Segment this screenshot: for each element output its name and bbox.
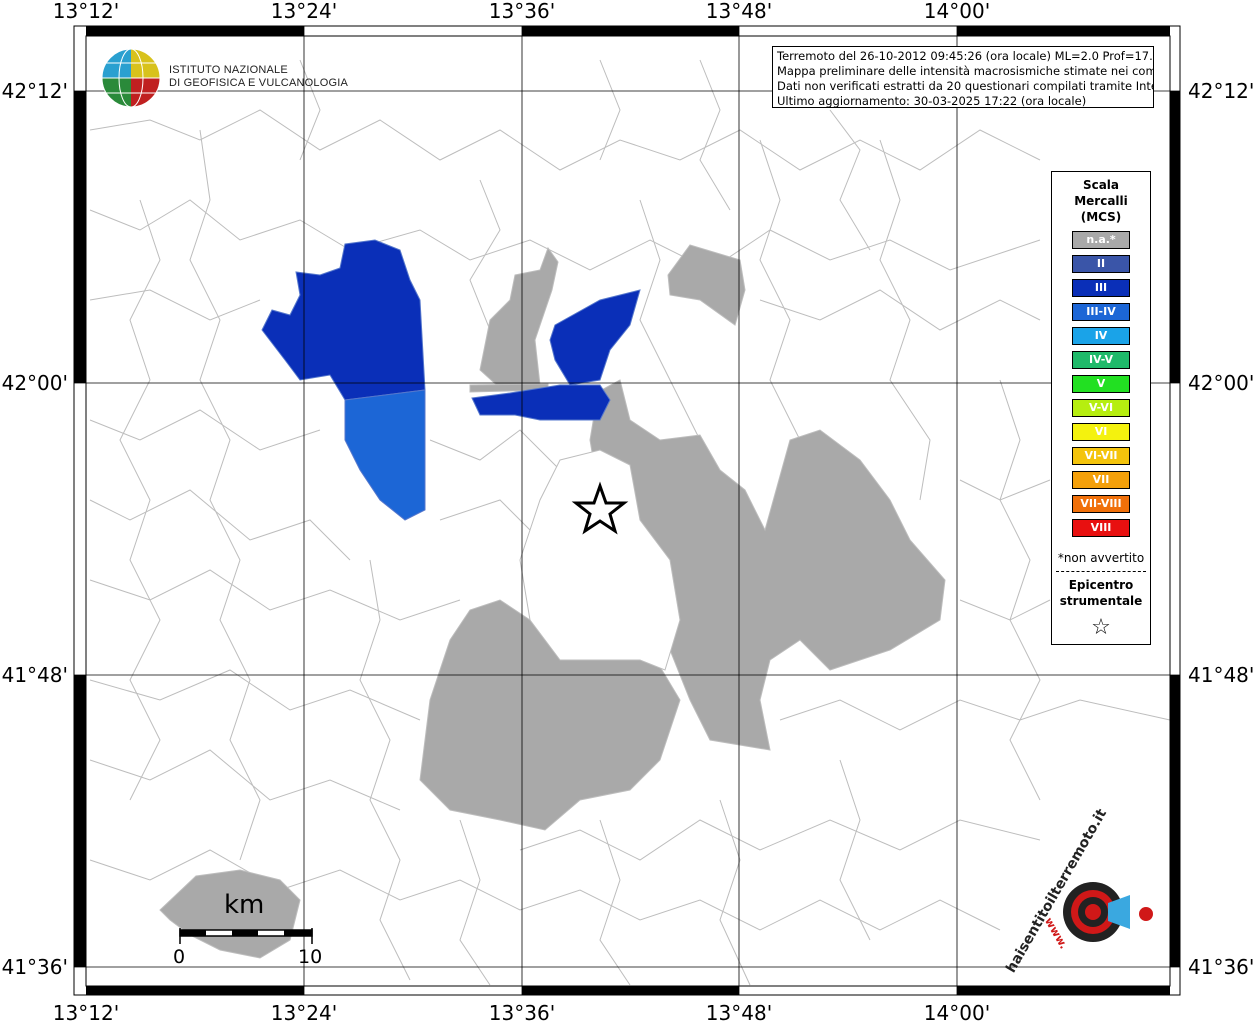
lat-ticks-right: 42°12' 42°00' 41°48' 41°36' — [1188, 79, 1254, 979]
lat-tick: 41°36' — [2, 955, 68, 979]
legend-item: VI — [1072, 423, 1130, 441]
lon-ticks-bottom: 13°12' 13°24' 13°36' 13°48' 14°00' — [53, 1001, 990, 1024]
legend-item: VIII — [1072, 519, 1130, 537]
lat-tick: 42°00' — [2, 371, 68, 395]
mcs-legend: Scala Mercalli (MCS) n.a.* II III III-IV IV I… — [1051, 171, 1151, 645]
lat-tick: 42°00' — [1188, 371, 1254, 395]
lon-tick: 13°24' — [271, 1001, 337, 1024]
legend-item: VI-VII — [1072, 447, 1130, 465]
lon-tick: 13°36' — [489, 0, 555, 23]
lon-tick: 13°12' — [53, 0, 119, 23]
legend-epicenter-line1: Epicentro — [1068, 578, 1134, 592]
legend-title-line3: (MCS) — [1080, 210, 1122, 224]
legend-item: III — [1072, 279, 1130, 297]
legend-epicenter-label: Epicentro strumentale — [1052, 577, 1150, 609]
legend-item: V-VI — [1072, 399, 1130, 417]
lon-tick: 14°00' — [924, 1001, 990, 1024]
legend-star-icon: ☆ — [1091, 615, 1111, 640]
info-line4: Ultimo aggiornamento: 30-03-2025 17:22 (… — [777, 94, 1087, 108]
scale-max-label: 10 — [298, 946, 323, 968]
lon-ticks-top: 13°12' 13°24' 13°36' 13°48' 14°00' — [53, 0, 990, 23]
info-line2: Mappa preliminare delle intensità macros… — [777, 64, 1154, 78]
legend-item: VII — [1072, 471, 1130, 489]
lat-tick: 41°48' — [1188, 663, 1254, 687]
lon-tick: 13°48' — [706, 0, 772, 23]
legend-item: n.a.* — [1072, 231, 1130, 249]
lon-tick: 13°24' — [271, 0, 337, 23]
lat-tick: 42°12' — [1188, 79, 1254, 103]
legend-items: n.a.* II III III-IV IV IV-V V V-VI VI VI-VII VII VI… — [1052, 231, 1150, 537]
legend-title: Scala Mercalli (MCS) — [1052, 177, 1150, 225]
lon-tick: 13°48' — [706, 1001, 772, 1024]
legend-item: IV-V — [1072, 351, 1130, 369]
lat-tick: 41°36' — [1188, 955, 1254, 979]
scale-min-label: 0 — [173, 946, 186, 968]
ingv-logo-text: ISTITUTO NAZIONALE DI GEOFISICA E VULCAN… — [169, 64, 348, 90]
lon-tick: 14°00' — [924, 0, 990, 23]
lat-ticks-left: 42°12' 42°00' 41°48' 41°36' — [2, 79, 68, 979]
legend-item: VII-VIII — [1072, 495, 1130, 513]
legend-divider — [1056, 571, 1146, 572]
ingv-line2: DI GEOFISICA E VULCANOLOGIA — [169, 77, 348, 89]
info-line3: Dati non verificati estratti da 20 quest… — [777, 79, 1154, 93]
legend-title-line1: Scala — [1082, 178, 1120, 192]
lon-tick: 13°12' — [53, 1001, 119, 1024]
info-line1: Terremoto del 26-10-2012 09:45:26 (ora l… — [777, 49, 1154, 63]
legend-item: III-IV — [1072, 303, 1130, 321]
event-info-box: Terremoto del 26-10-2012 09:45:26 (ora l… — [772, 46, 1154, 108]
legend-epicenter-line2: strumentale — [1059, 594, 1143, 608]
lat-tick: 41°48' — [2, 663, 68, 687]
legend-item: IV — [1072, 327, 1130, 345]
scale-unit: km — [224, 890, 265, 920]
legend-item: II — [1072, 255, 1130, 273]
ingv-line1: ISTITUTO NAZIONALE — [169, 64, 288, 76]
lon-tick: 13°36' — [489, 1001, 555, 1024]
legend-item: V — [1072, 375, 1130, 393]
legend-title-line2: Mercalli — [1074, 194, 1128, 208]
lat-tick: 42°12' — [2, 79, 68, 103]
legend-note: *non avvertito — [1057, 551, 1145, 565]
ingv-globe-icon — [101, 48, 161, 108]
